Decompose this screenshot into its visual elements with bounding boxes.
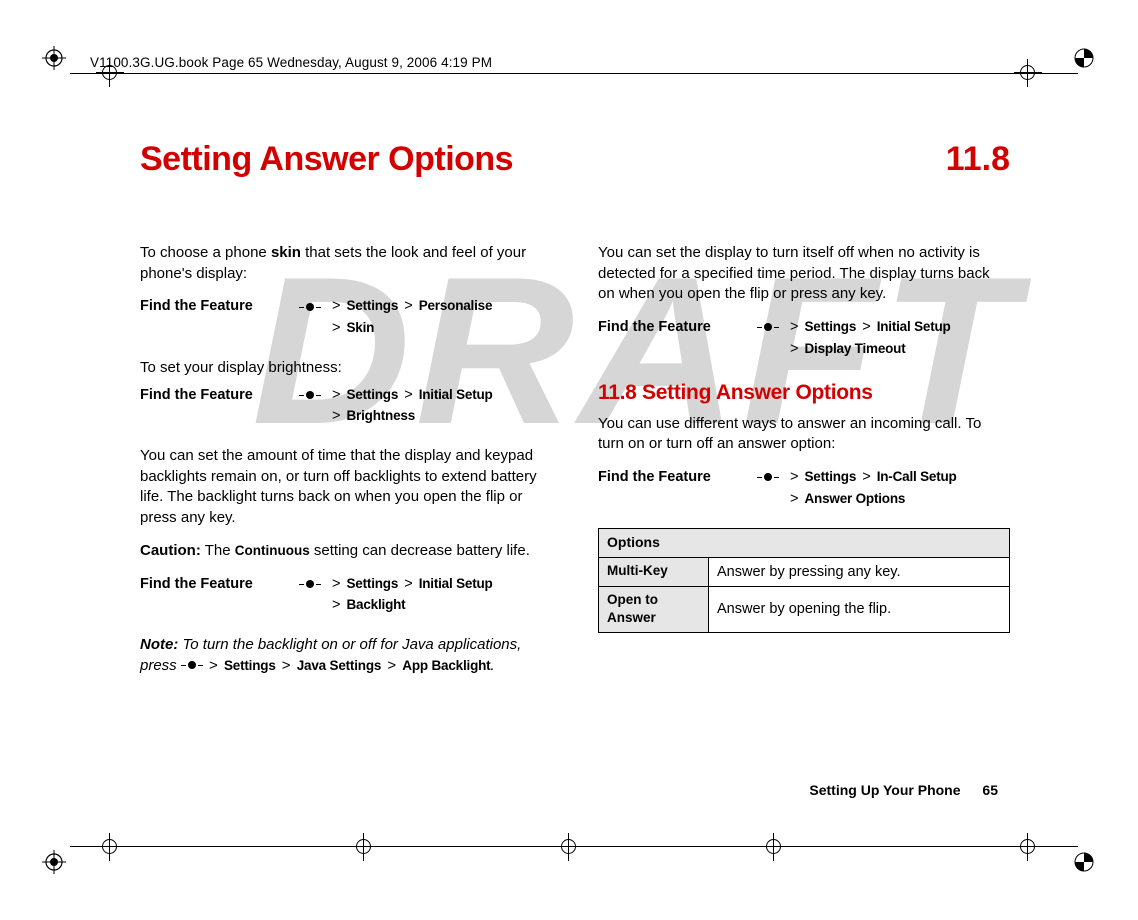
column-left: To choose a phone skin that sets the loo…: [140, 243, 552, 688]
note-line: Note: To turn the backlight on or off fo…: [140, 635, 552, 676]
document-header-meta: V1100.3G.UG.book Page 65 Wednesday, Augu…: [90, 55, 492, 70]
menu-item: Settings: [347, 576, 399, 591]
setting-name: Continuous: [235, 543, 310, 558]
timeout-para: You can set the display to turn itself o…: [598, 243, 1010, 305]
menu-item: Initial Setup: [419, 387, 493, 402]
menu-path: > Settings > Initial Setup > Brightness: [330, 385, 552, 429]
find-feature-label: Find the Feature: [140, 296, 290, 316]
column-right: You can set the display to turn itself o…: [598, 243, 1010, 688]
nav-key-icon: [748, 467, 788, 488]
menu-item: Java Settings: [297, 658, 381, 673]
crosshair-icon: [760, 833, 788, 861]
option-desc: Answer by opening the flip.: [709, 586, 1010, 632]
subsection-heading: 11.8 Setting Answer Options: [598, 379, 1010, 408]
table-row: Multi-Key Answer by pressing any key.: [599, 557, 1010, 586]
option-key: Multi-Key: [599, 557, 709, 586]
text: .: [490, 657, 494, 674]
menu-item: Answer Options: [805, 491, 906, 506]
nav-key-icon: [181, 661, 203, 671]
section-number: 11.8: [946, 140, 1010, 179]
registration-mark-icon: [42, 46, 66, 70]
find-feature-backlight: Find the Feature > Settings > Initial Se…: [140, 574, 552, 618]
menu-path: > Settings > In-Call Setup > Answer Opti…: [788, 467, 1010, 511]
registration-mark-icon: [1072, 850, 1096, 874]
section-title: Setting Answer Options: [140, 140, 1010, 179]
page: V1100.3G.UG.book Page 65 Wednesday, Augu…: [0, 0, 1138, 920]
menu-item: Initial Setup: [877, 319, 951, 334]
menu-item: Personalise: [419, 298, 493, 313]
find-feature-answer: Find the Feature > Settings > In-Call Se…: [598, 467, 1010, 511]
footer-section: Setting Up Your Phone: [809, 782, 960, 798]
crosshair-icon: [1014, 59, 1042, 87]
find-feature-label: Find the Feature: [598, 317, 748, 337]
text: setting can decrease battery life.: [310, 542, 530, 559]
registration-mark-icon: [42, 850, 66, 874]
table-row: Open to Answer Answer by opening the fli…: [599, 586, 1010, 632]
backlight-para: You can set the amount of time that the …: [140, 446, 552, 529]
nav-key-icon: [290, 296, 330, 317]
caution-line: Caution: The Continuous setting can decr…: [140, 541, 552, 562]
menu-item: Skin: [347, 320, 375, 335]
nav-key-icon: [290, 385, 330, 406]
menu-item: Settings: [224, 658, 276, 673]
menu-path: > Settings > Initial Setup > Display Tim…: [788, 317, 1010, 361]
crop-rule-top: [70, 73, 1078, 74]
menu-item: Settings: [347, 298, 399, 313]
menu-path: > Settings > Personalise > Skin: [330, 296, 552, 340]
crosshair-icon: [350, 833, 378, 861]
option-desc: Answer by pressing any key.: [709, 557, 1010, 586]
brightness-intro: To set your display brightness:: [140, 358, 552, 379]
menu-item: Backlight: [347, 597, 406, 612]
menu-path: > Settings > Initial Setup > Backlight: [330, 574, 552, 618]
menu-item: Settings: [805, 469, 857, 484]
menu-item: Display Timeout: [805, 341, 906, 356]
find-feature-skin: Find the Feature > Settings > Personalis…: [140, 296, 552, 340]
crosshair-icon: [1014, 833, 1042, 861]
text: To choose a phone: [140, 244, 271, 261]
footer-page-number: 65: [982, 782, 998, 798]
registration-mark-icon: [1072, 46, 1096, 70]
nav-key-icon: [290, 574, 330, 595]
text: The: [201, 542, 235, 559]
note-label: Note:: [140, 636, 178, 653]
text-bold: skin: [271, 244, 301, 261]
options-table: Options Multi-Key Answer by pressing any…: [598, 528, 1010, 633]
skin-intro: To choose a phone skin that sets the loo…: [140, 243, 552, 284]
table-header-row: Options: [599, 529, 1010, 557]
content-area: Setting Answer Options 11.8 To choose a …: [140, 140, 1010, 688]
find-feature-label: Find the Feature: [140, 385, 290, 405]
menu-item: Settings: [805, 319, 857, 334]
option-key: Open to Answer: [599, 586, 709, 632]
find-feature-label: Find the Feature: [140, 574, 290, 594]
caution-label: Caution:: [140, 542, 201, 559]
find-feature-label: Find the Feature: [598, 467, 748, 487]
page-footer: Setting Up Your Phone 65: [809, 782, 998, 798]
menu-item: App Backlight: [402, 658, 490, 673]
nav-key-icon: [748, 317, 788, 338]
answer-para: You can use different ways to answer an …: [598, 414, 1010, 455]
menu-item: In-Call Setup: [877, 469, 957, 484]
find-feature-timeout: Find the Feature > Settings > Initial Se…: [598, 317, 1010, 361]
crosshair-icon: [96, 833, 124, 861]
menu-item: Initial Setup: [419, 576, 493, 591]
crosshair-icon: [555, 833, 583, 861]
find-feature-brightness: Find the Feature > Settings > Initial Se…: [140, 385, 552, 429]
table-header: Options: [599, 529, 1010, 557]
menu-item: Settings: [347, 387, 399, 402]
menu-item: Brightness: [347, 408, 416, 423]
